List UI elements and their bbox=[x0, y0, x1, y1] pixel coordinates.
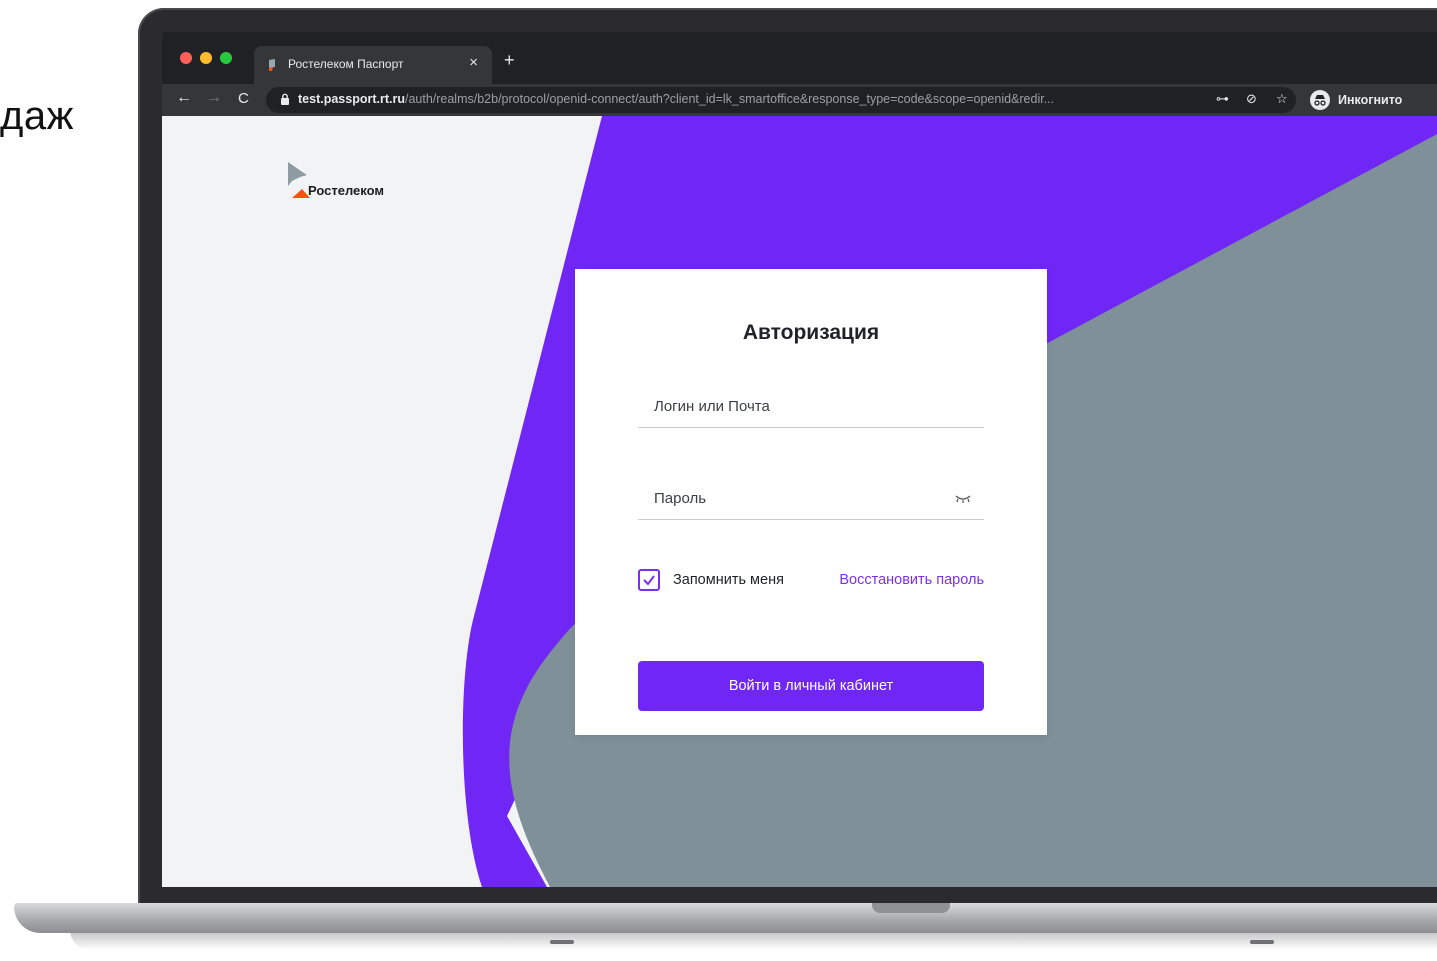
incognito-label: Инкогнито bbox=[1338, 93, 1403, 107]
laptop-screen: Ростелеком Паспорт × + ← → C test.passpo… bbox=[162, 32, 1437, 887]
window-close-button[interactable] bbox=[180, 52, 192, 64]
login-submit-button[interactable]: Войти в личный кабинет bbox=[638, 661, 984, 711]
checkmark-icon bbox=[643, 575, 655, 586]
window-minimize-button[interactable] bbox=[200, 52, 212, 64]
laptop-foot-left bbox=[550, 940, 574, 944]
laptop-hinge-notch bbox=[872, 903, 950, 913]
auth-card: Авторизация Запомнить меня Восстан bbox=[575, 269, 1047, 735]
browser-tab[interactable]: Ростелеком Паспорт × bbox=[254, 46, 492, 84]
side-text-fragment: даж bbox=[0, 94, 74, 138]
browser-tab-bar: Ростелеком Паспорт × + bbox=[162, 32, 1437, 84]
eye-closed-icon[interactable] bbox=[954, 491, 972, 505]
logo-wordmark: Ростелеком bbox=[308, 183, 384, 198]
browser-toolbar: ← → C test.passport.rt.ru/auth/realms/b2… bbox=[162, 84, 1437, 116]
laptop-foot-right bbox=[1250, 940, 1274, 944]
url-text: test.passport.rt.ru/auth/realms/b2b/prot… bbox=[298, 92, 1198, 106]
remember-label[interactable]: Запомнить меня bbox=[673, 572, 784, 588]
password-field bbox=[638, 479, 984, 520]
incognito-icon bbox=[1310, 90, 1330, 110]
tab-close-icon[interactable]: × bbox=[469, 54, 478, 71]
login-input[interactable] bbox=[638, 387, 984, 425]
new-tab-button[interactable]: + bbox=[504, 50, 515, 71]
favicon-icon bbox=[269, 59, 275, 71]
url-host: test.passport.rt.ru bbox=[298, 92, 405, 106]
password-input[interactable] bbox=[638, 479, 984, 517]
incognito-indicator[interactable]: Инкогнито bbox=[1310, 87, 1402, 113]
lock-icon bbox=[281, 93, 289, 105]
star-icon[interactable]: ☆ bbox=[1276, 91, 1288, 107]
login-field bbox=[638, 387, 984, 428]
tab-title: Ростелеком Паспорт bbox=[288, 57, 404, 71]
back-button[interactable]: ← bbox=[176, 89, 192, 107]
restore-password-link[interactable]: Восстановить пароль bbox=[839, 572, 984, 588]
key-icon[interactable]: ⊶ bbox=[1216, 91, 1229, 107]
laptop-base bbox=[14, 903, 1437, 933]
eye-off-icon[interactable]: ⊘ bbox=[1246, 91, 1257, 107]
page-content: Ростелеком Авторизация Запом bbox=[162, 116, 1437, 887]
laptop-base-shadow bbox=[70, 930, 1437, 950]
auth-title: Авторизация bbox=[742, 321, 880, 344]
reload-button[interactable]: C bbox=[238, 90, 249, 107]
remember-checkbox[interactable] bbox=[638, 569, 660, 591]
url-path: /auth/realms/b2b/protocol/openid-connect… bbox=[404, 92, 1055, 106]
window-zoom-button[interactable] bbox=[220, 52, 232, 64]
address-bar[interactable]: test.passport.rt.ru/auth/realms/b2b/prot… bbox=[266, 87, 1296, 113]
forward-button[interactable]: → bbox=[206, 89, 222, 107]
